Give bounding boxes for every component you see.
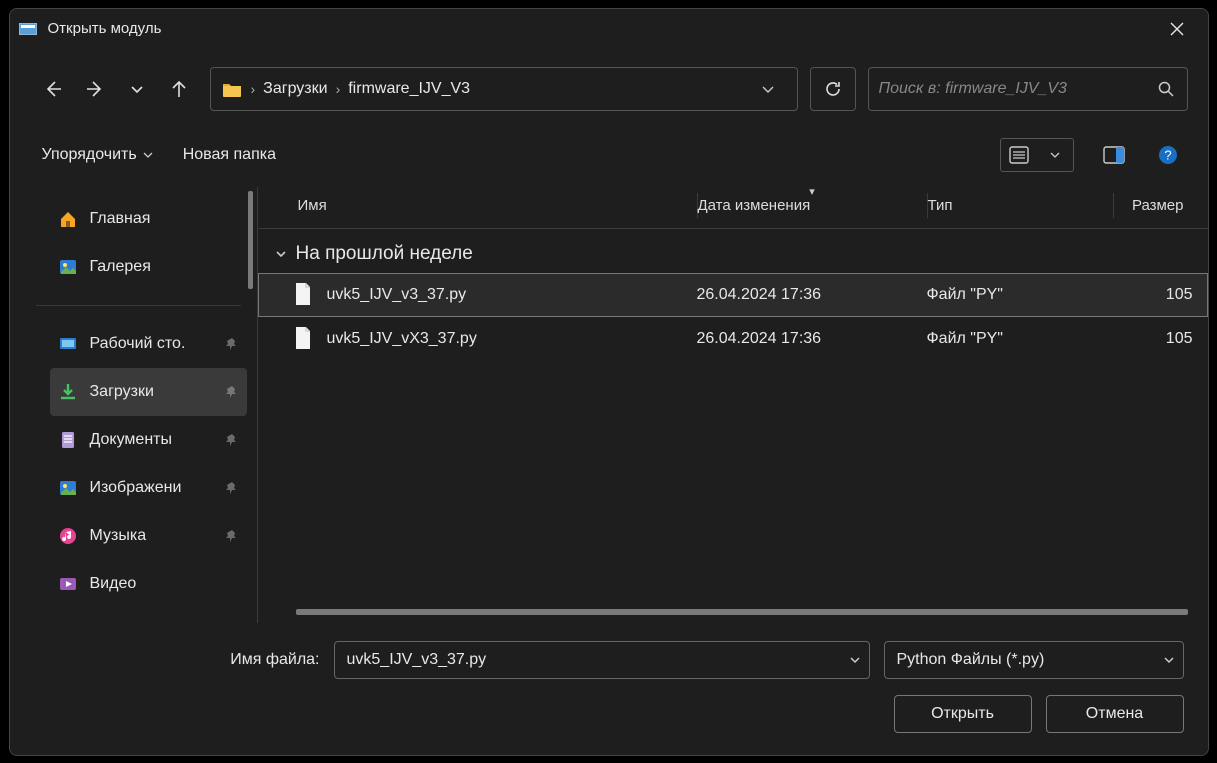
pin-icon [225,337,239,351]
sidebar-item-videos[interactable]: Видео [50,560,247,608]
chevron-down-icon [1163,654,1175,666]
file-row[interactable]: uvk5_IJV_v3_37.py 26.04.2024 17:36 Файл … [258,273,1208,317]
list-view-icon[interactable] [1001,139,1037,171]
gallery-icon [58,257,78,277]
nav-row: › Загрузки › firmware_IJV_V3 [10,49,1208,129]
column-headers: Имя ▾Дата изменения Тип Размер [258,187,1208,229]
preview-pane-button[interactable] [1094,137,1134,173]
pin-icon [225,481,239,495]
file-icon [293,326,315,352]
up-button[interactable] [160,70,198,108]
folder-icon [221,78,243,100]
file-area[interactable]: На прошлой неделе uvk5_IJV_v3_37.py 26.0… [258,229,1208,601]
file-row[interactable]: uvk5_IJV_vX3_37.py 26.04.2024 17:36 Файл… [258,317,1208,361]
filename-input[interactable] [347,651,849,669]
breadcrumb-current-folder[interactable]: firmware_IJV_V3 [342,80,476,98]
back-button[interactable] [34,70,72,108]
file-type: Файл "PY" [927,330,1113,348]
file-name: uvk5_IJV_vX3_37.py [327,330,697,348]
chevron-down-icon [274,247,288,261]
column-type[interactable]: Тип [928,193,1114,218]
body: Главная Галерея Рабочий сто. Загрузки До… [10,187,1208,623]
chevron-right-icon: › [334,81,343,97]
chevron-down-icon [143,150,153,160]
search-icon[interactable] [1157,80,1177,98]
open-button[interactable]: Открыть [894,695,1032,733]
titlebar: Открыть модуль [10,9,1208,49]
window-title: Открыть модуль [48,20,1154,37]
sidebar-item-pictures[interactable]: Изображени [50,464,247,512]
desktop-icon [58,334,78,354]
view-dropdown[interactable] [1037,139,1073,171]
organize-menu[interactable]: Упорядочить [34,140,161,170]
file-list-pane: Имя ▾Дата изменения Тип Размер На прошло… [258,187,1208,623]
file-date: 26.04.2024 17:36 [697,286,927,304]
file-icon [293,282,315,308]
column-size[interactable]: Размер [1114,193,1194,218]
pin-icon [225,433,239,447]
footer: Имя файла: Python Файлы (*.py) Открыть О… [10,623,1208,755]
search-box[interactable] [868,67,1188,111]
sidebar-item-home[interactable]: Главная [50,195,247,243]
breadcrumb-dropdown[interactable] [761,82,787,96]
sidebar-item-documents[interactable]: Документы [50,416,247,464]
refresh-button[interactable] [811,68,855,110]
chevron-down-icon[interactable] [849,654,861,666]
chevron-right-icon: › [249,81,258,97]
documents-icon [58,430,78,450]
help-button[interactable]: ? [1148,137,1188,173]
app-icon [18,22,38,36]
forward-button[interactable] [76,70,114,108]
cancel-button[interactable]: Отмена [1046,695,1184,733]
home-icon [58,209,78,229]
file-name: uvk5_IJV_v3_37.py [327,286,697,304]
recent-locations-button[interactable] [118,70,156,108]
breadcrumb-downloads[interactable]: Загрузки [257,80,333,98]
filename-label: Имя файла: [34,651,320,669]
sidebar-separator [36,305,241,306]
sidebar: Главная Галерея Рабочий сто. Загрузки До… [10,187,258,623]
file-size: 105 [1113,330,1193,348]
videos-icon [58,574,78,594]
group-header[interactable]: На прошлой неделе [258,229,1208,273]
sort-indicator-icon: ▾ [809,185,815,198]
close-button[interactable] [1154,9,1200,49]
sidebar-scrollbar[interactable] [248,191,253,289]
column-date[interactable]: ▾Дата изменения [698,193,928,218]
new-folder-button[interactable]: Новая папка [175,140,284,170]
file-date: 26.04.2024 17:36 [697,330,927,348]
sidebar-item-downloads[interactable]: Загрузки [50,368,247,416]
breadcrumb[interactable]: › Загрузки › firmware_IJV_V3 [210,67,798,111]
open-file-dialog: Открыть модуль › Загрузки › firmware_IJV… [9,8,1209,756]
pin-icon [225,385,239,399]
toolbar: Упорядочить Новая папка ? [10,129,1208,187]
pin-icon [225,529,239,543]
pictures-icon [58,478,78,498]
svg-text:?: ? [1164,147,1171,162]
sidebar-item-music[interactable]: Музыка [50,512,247,560]
filetype-combobox[interactable]: Python Файлы (*.py) [884,641,1184,679]
file-type: Файл "PY" [927,286,1113,304]
view-mode[interactable] [1000,138,1074,172]
search-input[interactable] [879,80,1157,98]
horizontal-scrollbar[interactable] [296,609,1188,615]
column-name[interactable]: Имя [298,193,698,218]
sidebar-item-gallery[interactable]: Галерея [50,243,247,291]
file-size: 105 [1113,286,1193,304]
downloads-icon [58,382,78,402]
filename-combobox[interactable] [334,641,870,679]
sidebar-item-desktop[interactable]: Рабочий сто. [50,320,247,368]
music-icon [58,526,78,546]
